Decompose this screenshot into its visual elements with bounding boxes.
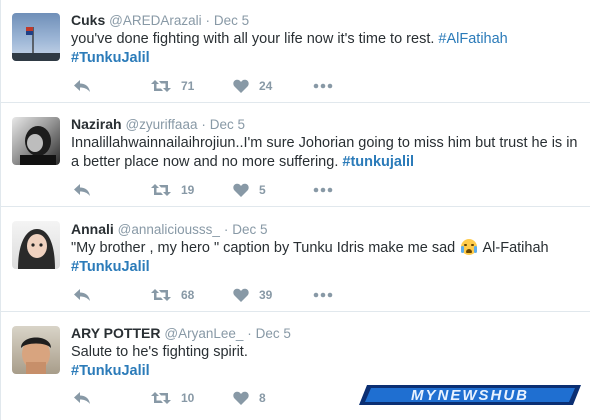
heart-icon (233, 288, 249, 302)
reply-icon (74, 80, 90, 92)
more-dots-icon (313, 292, 333, 298)
flag-pole-sky-icon (12, 27, 60, 61)
tweet-feed: Cuks @AREDArazali · Dec 5 you've done fi… (0, 0, 590, 420)
avatar[interactable] (12, 221, 60, 269)
mynewshub-watermark-logo: MYNEWSHUB (359, 385, 581, 405)
author-name[interactable]: Annali (71, 221, 114, 237)
reply-button[interactable] (73, 285, 91, 305)
retweet-button[interactable]: 19 (151, 180, 194, 200)
retweet-button[interactable]: 10 (151, 388, 194, 408)
like-count: 8 (259, 391, 266, 405)
heart-icon (233, 391, 249, 405)
retweet-icon (151, 289, 171, 301)
separator: · (201, 117, 206, 132)
tweet-body-end: Al-Fatihah (482, 240, 549, 256)
more-dots-icon (313, 83, 333, 89)
like-button[interactable]: 39 (233, 285, 272, 305)
reply-icon (74, 289, 90, 301)
avatar[interactable] (12, 326, 60, 374)
separator: · (223, 222, 229, 237)
timestamp[interactable]: Dec 5 (214, 13, 249, 28)
like-button[interactable]: 24 (233, 76, 272, 96)
tweet-text: Salute to he's fighting spirit. #TunkuJa… (71, 343, 583, 381)
more-dots-icon (313, 187, 333, 193)
more-button[interactable] (313, 76, 333, 96)
author-name[interactable]: Cuks (71, 12, 105, 28)
tweet[interactable]: Cuks @AREDArazali · Dec 5 you've done fi… (1, 0, 590, 103)
tweet-body: Salute to he's fighting spirit. (71, 344, 248, 360)
author-handle[interactable]: @AryanLee_ (164, 326, 243, 341)
heart-icon (233, 183, 249, 197)
tweet-actions: 71 24 (71, 76, 371, 96)
timestamp[interactable]: Dec 5 (256, 326, 291, 341)
author-handle[interactable]: @AREDArazali (109, 13, 201, 28)
tweet-body: you've done fighting with all your life … (71, 31, 435, 47)
retweet-icon (151, 80, 171, 92)
more-button[interactable] (313, 285, 333, 305)
tweet-header: Annali @annaliciousss_ · Dec 5 (71, 220, 268, 239)
retweet-count: 68 (181, 288, 195, 302)
retweet-button[interactable]: 71 (151, 76, 194, 96)
tweet-actions: 68 39 (71, 285, 371, 305)
reply-button[interactable] (73, 180, 91, 200)
reply-button[interactable] (73, 388, 91, 408)
tweet-text: you've done fighting with all your life … (71, 30, 583, 68)
hashtag-link[interactable]: #tunkujalil (342, 154, 414, 170)
avatar[interactable] (12, 117, 60, 165)
heart-icon (233, 79, 249, 93)
author-handle[interactable]: @annaliciousss_ (118, 222, 220, 237)
like-count: 5 (259, 183, 266, 197)
retweet-count: 10 (181, 391, 195, 405)
retweet-button[interactable]: 68 (151, 285, 194, 305)
hashtag-link[interactable]: #TunkuJalil (71, 259, 150, 275)
avatar[interactable] (12, 13, 60, 61)
tweet-body: Innalillahwainnailaihrojiun..I'm sure Jo… (71, 135, 578, 170)
tweet-actions: 10 8 (71, 388, 371, 408)
hijab-portrait-icon (18, 229, 55, 269)
tweet-header: Nazirah @zyuriffaaa · Dec 5 (71, 115, 245, 134)
reply-icon (74, 184, 90, 196)
hashtag-link[interactable]: #AlFatihah (438, 31, 507, 47)
tweet-body: "My brother , my hero " caption by Tunku… (71, 240, 456, 256)
reply-icon (74, 392, 90, 404)
tweet-header: ARY POTTER @AryanLee_ · Dec 5 (71, 324, 291, 343)
author-handle[interactable]: @zyuriffaaa (125, 117, 197, 132)
like-count: 24 (259, 79, 273, 93)
hashtag-link[interactable]: #TunkuJalil (71, 50, 150, 66)
separator: · (205, 13, 211, 28)
tweet[interactable]: Annali @annaliciousss_ · Dec 5 "My broth… (1, 208, 590, 312)
like-button[interactable]: 8 (233, 388, 266, 408)
more-button[interactable] (313, 180, 333, 200)
tweet-text: Innalillahwainnailaihrojiun..I'm sure Jo… (71, 134, 583, 172)
timestamp[interactable]: Dec 5 (232, 222, 267, 237)
retweet-count: 19 (181, 183, 195, 197)
boy-face-portrait-icon (21, 337, 51, 374)
reply-button[interactable] (73, 76, 91, 96)
like-count: 39 (259, 288, 273, 302)
bw-portrait-icon (20, 126, 56, 165)
retweet-count: 71 (181, 79, 195, 93)
author-name[interactable]: Nazirah (71, 116, 122, 132)
crying-face-emoji-icon (461, 239, 478, 255)
tweet-header: Cuks @AREDArazali · Dec 5 (71, 11, 249, 30)
timestamp[interactable]: Dec 5 (210, 117, 245, 132)
tweet-text: "My brother , my hero " caption by Tunku… (71, 239, 583, 277)
like-button[interactable]: 5 (233, 180, 266, 200)
tweet[interactable]: Nazirah @zyuriffaaa · Dec 5 Innalillahwa… (1, 104, 590, 207)
hashtag-link[interactable]: #TunkuJalil (71, 363, 150, 379)
separator: · (247, 326, 252, 341)
watermark-text: MYNEWSHUB (411, 387, 529, 404)
author-name[interactable]: ARY POTTER (71, 325, 160, 341)
retweet-icon (151, 392, 171, 404)
tweet-actions: 19 5 (71, 180, 371, 200)
retweet-icon (151, 184, 171, 196)
